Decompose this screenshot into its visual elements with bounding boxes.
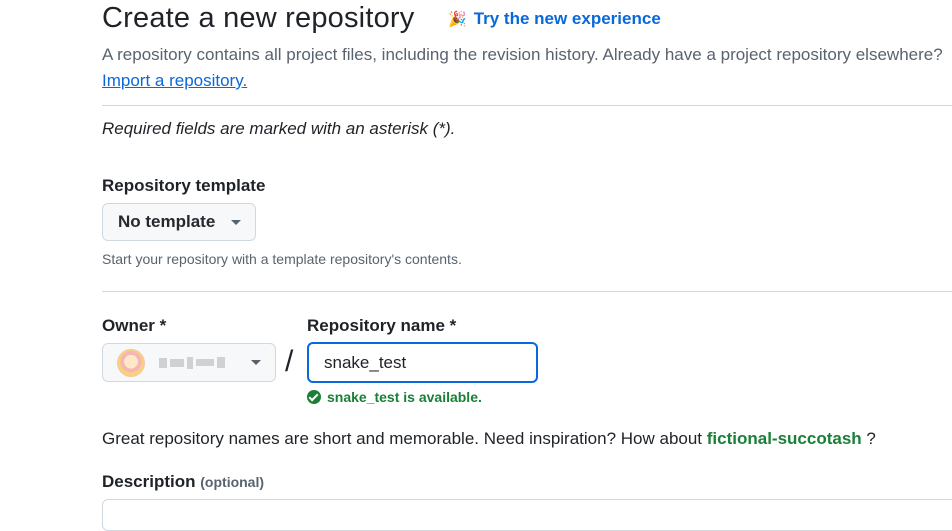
required-note: Required fields are marked with an aster… [102,119,456,138]
description-label-text: Description [102,472,196,491]
name-suggestion: Great repository names are short and mem… [102,429,876,449]
party-popper-icon: 🎉 [448,10,467,28]
repository-name-label: Repository name * [307,316,457,335]
suggestion-suffix: ? [861,429,876,448]
import-repository-link[interactable]: Import a repository [102,71,242,90]
check-circle-icon [307,390,321,404]
import-suffix: . [242,71,248,90]
suggested-name-link[interactable]: fictional-succotash [707,429,862,448]
description-label: Description (optional) [102,472,264,492]
try-new-experience-label: Try the new experience [473,9,661,28]
import-repository-link-wrapper: Import a repository. [102,71,247,91]
owner-dropdown[interactable] [102,343,276,382]
divider [102,105,952,106]
availability-text: snake_test is available. [327,389,482,405]
chevron-down-icon [231,219,241,225]
template-dropdown[interactable]: No template [102,203,256,241]
lead-text: A repository contains all project files,… [102,45,943,64]
owner-separator: / [285,345,294,378]
owner-label: Owner * [102,316,167,335]
availability-status: snake_test is available. [307,389,482,405]
optional-tag: (optional) [200,474,265,490]
description-input[interactable] [102,499,952,531]
template-hint: Start your repository with a template re… [102,251,462,267]
repository-name-value: snake_test [324,352,407,372]
template-selected: No template [118,212,216,231]
page-title: Create a new repository [102,2,415,34]
owner-name-redacted [159,356,225,369]
divider [102,291,952,292]
try-new-experience-link[interactable]: 🎉 Try the new experience [448,9,661,29]
suggestion-prefix: Great repository names are short and mem… [102,429,707,448]
repository-name-input[interactable]: snake_test [307,342,538,383]
avatar [117,348,145,377]
chevron-down-icon [251,360,261,365]
template-label: Repository template [102,176,266,195]
